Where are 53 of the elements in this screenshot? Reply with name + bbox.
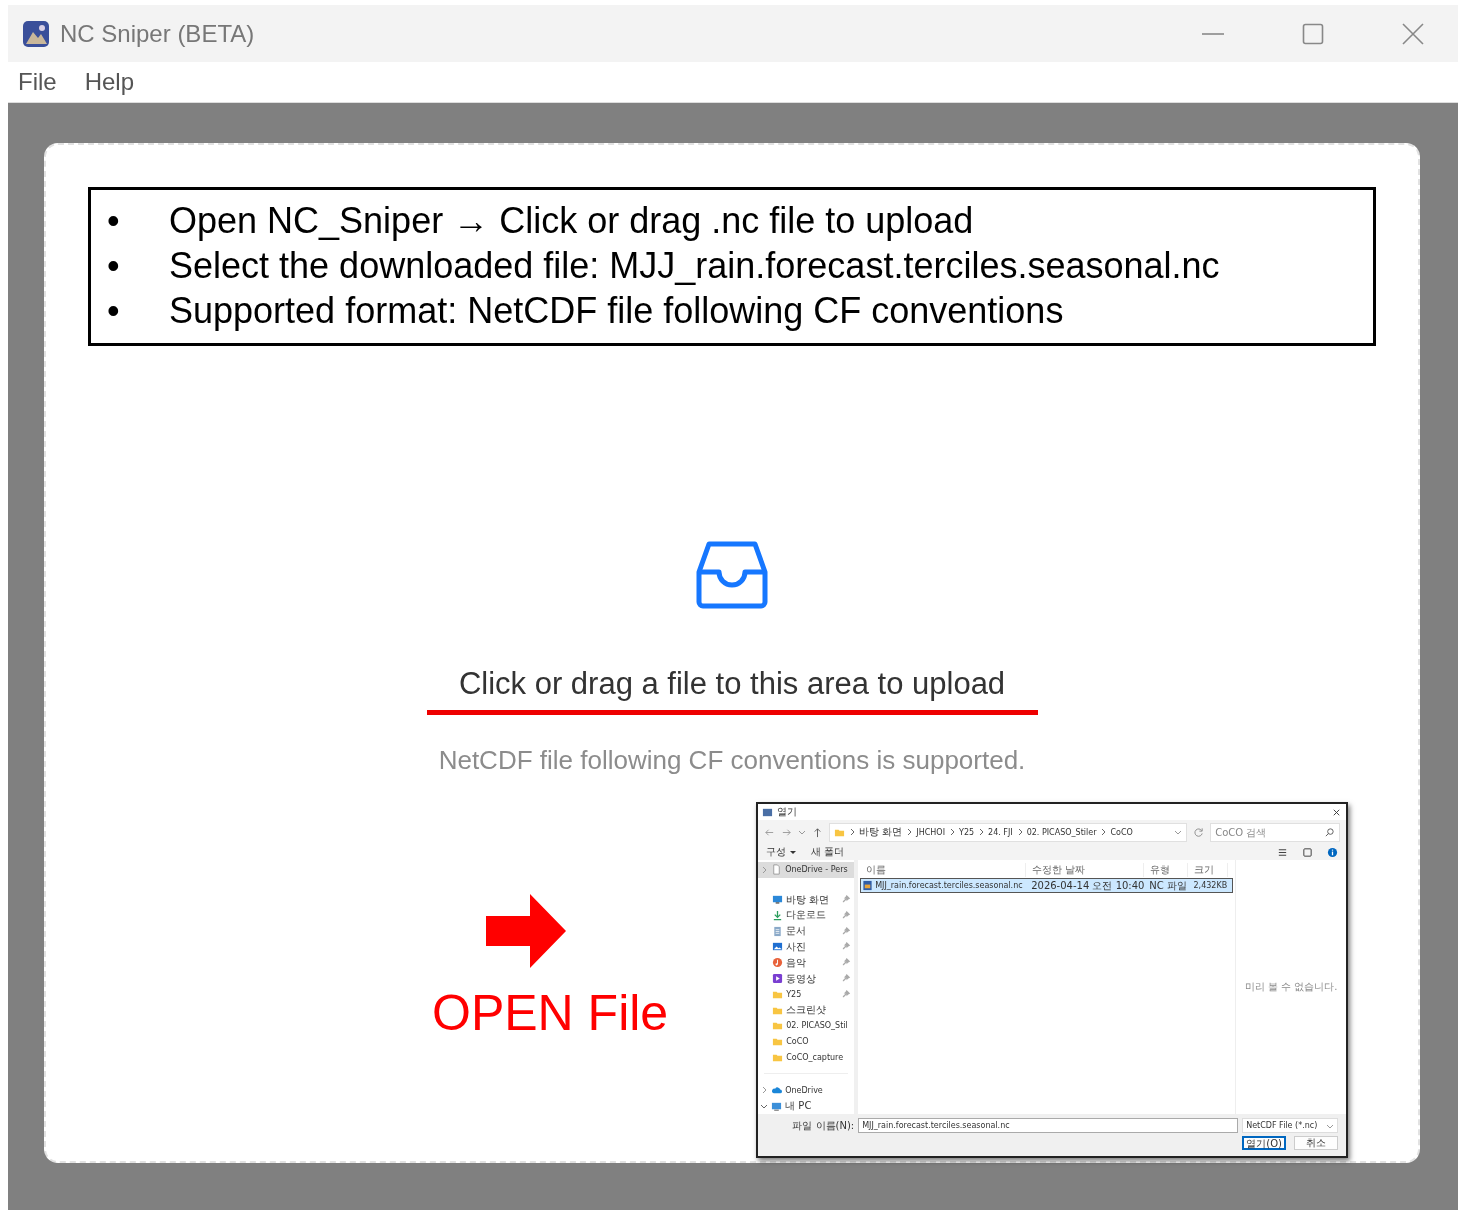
instruction-text: Open NC_Sniper → Click or drag .nc file to upload [169,199,974,243]
breadcrumb: Y25 [959,827,975,837]
sidebar-item[interactable]: 02. PICASO_Stil [758,1018,855,1034]
table-cell-text: NC 파일 [1148,878,1188,893]
sidebar-item[interactable]: OneDrive - Pers [758,862,855,878]
breadcrumb: CoCO [1110,827,1133,837]
cancel-button[interactable]: 취소 [1294,1136,1339,1150]
sidebar-item[interactable]: 다운로드 [758,907,855,924]
address-bar[interactable]: 바탕 화면 JHCHOI Y25 24. FJI 02. PICASO_Stiler CoCO [829,822,1188,842]
window-title: NC Sniper (BETA) [60,19,256,48]
column-header[interactable]: 유형 [1144,863,1189,877]
sidebar-item[interactable]: 바탕 화면 [758,891,855,908]
open-button[interactable]: 열기(O) [1242,1136,1287,1150]
file-type-dropdown[interactable]: NetCDF File (*.nc) [1242,1118,1339,1133]
column-header[interactable]: 이름 [860,863,1027,877]
table-cell-text: 2,432KB [1192,881,1229,890]
bullet: • [107,289,121,333]
column-header[interactable]: 수정한 날짜 [1026,863,1145,877]
bullet: • [107,244,121,288]
sidebar-item[interactable]: 내 PC [758,1098,855,1114]
preview-message: 미리 볼 수 없습니다. [1244,980,1338,994]
breadcrumb: 02. PICASO_Stiler [1026,827,1097,837]
callout-label: OPEN File [432,984,669,1042]
sidebar-item[interactable]: 스크린샷 [758,1002,855,1018]
sidebar-item[interactable]: 문서 [758,923,855,939]
table-cell-text: 2026-04-14 오전 10:40 [1030,878,1146,893]
file-row[interactable]: MJJ_rain.forecast.terciles.seasonal.nc 2026-04-14 오전 10:40 NC 파일 2,432KB [860,878,1234,893]
filename-field[interactable]: MJJ_rain.forecast.terciles.seasonal.nc [858,1118,1239,1133]
upload-title: Click or drag a file to this area to upload [458,666,1006,702]
breadcrumb: JHCHOI [916,827,945,837]
command-button[interactable]: 구성 [766,845,798,859]
upload-hint: NetCDF file following CF conventions is supported. [438,745,1026,776]
column-header[interactable]: 크기 [1188,863,1229,877]
bullet: • [107,199,121,243]
sidebar-item[interactable]: CoCO [758,1033,855,1050]
sidebar-item[interactable]: 음악 [758,954,855,971]
sidebar-item[interactable]: Y25 [758,986,855,1003]
search-field[interactable]: CoCO 검색 [1210,822,1341,842]
instruction-text: Select the downloaded file: MJJ_rain.forecast.terciles.seasonal.nc [169,244,1220,288]
menu-item[interactable]: File [18,68,57,96]
sidebar-item[interactable]: 사진 [758,939,855,955]
search-input[interactable]: CoCO 검색 [1215,826,1325,838]
sidebar-item[interactable]: OneDrive [758,1082,855,1099]
instruction-text: Supported format: NetCDF file following CF conventions [169,289,1064,333]
sidebar-item[interactable]: CoCO_capture [758,1049,855,1066]
menu-item[interactable]: Help [84,68,135,96]
sidebar-item[interactable]: 동영상 [758,970,855,987]
table-cell: MJJ_rain.forecast.terciles.seasonal.nc [875,881,1023,890]
breadcrumb: 24. FJI [988,827,1013,837]
dialog-title: 열기 [777,805,798,819]
breadcrumb: 바탕 화면 [859,825,903,839]
command-button[interactable]: 새 폴더 [811,845,845,859]
field-label: 파일 이름(N): [792,1118,855,1133]
